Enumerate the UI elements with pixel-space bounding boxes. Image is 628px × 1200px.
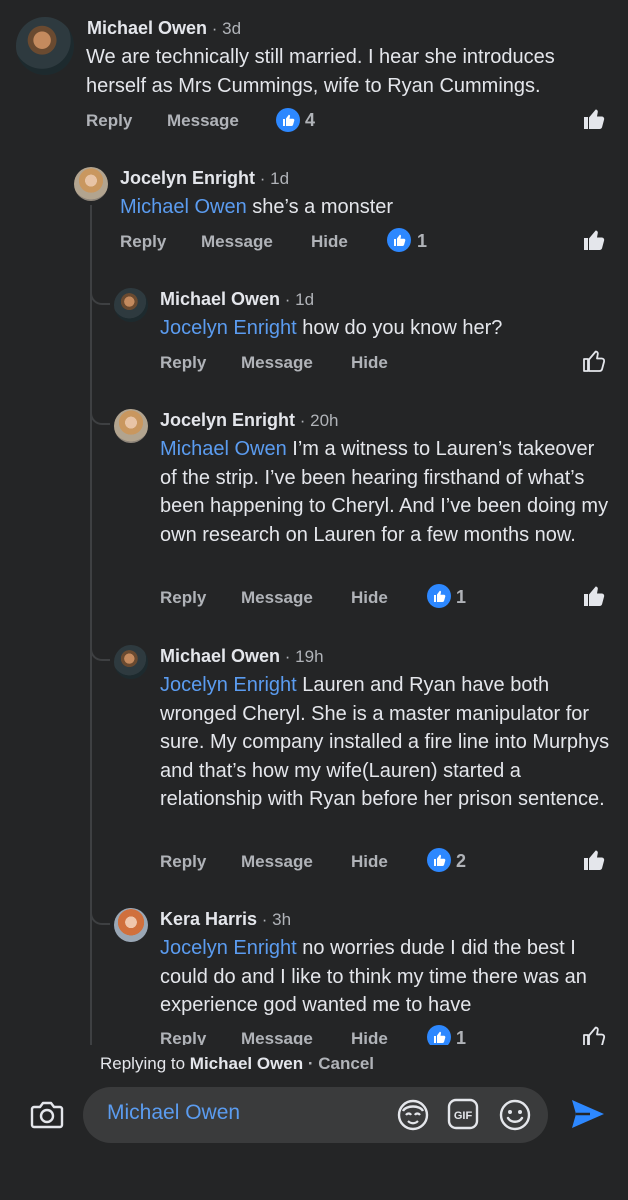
comment-time: · 3h [257, 910, 292, 929]
avatar[interactable] [114, 288, 148, 322]
message-button[interactable]: Message [241, 852, 313, 872]
like-count: 1 [456, 587, 467, 607]
comment-author[interactable]: Kera Harris · 3h [160, 909, 291, 930]
thumbs-up-icon[interactable] [581, 106, 607, 132]
svg-text:GIF: GIF [454, 1110, 473, 1122]
reply-button[interactable]: Reply [120, 232, 166, 252]
reply-button[interactable]: Reply [160, 588, 206, 608]
message-button[interactable]: Message [241, 588, 313, 608]
comment-text: Jocelyn Enright no worries dude I did th… [160, 937, 587, 1017]
hide-button[interactable]: Hide [311, 232, 348, 252]
emoji-icon[interactable] [498, 1098, 532, 1132]
like-count: 4 [305, 110, 316, 130]
comment-text: We are technically still married. I hear… [86, 46, 555, 97]
thumbs-up-outline-icon[interactable] [581, 1024, 607, 1045]
hide-button[interactable]: Hide [351, 353, 388, 373]
mention-link[interactable]: Michael Owen [120, 196, 247, 218]
hide-button[interactable]: Hide [351, 588, 388, 608]
gif-icon[interactable]: GIF [447, 1098, 479, 1130]
comment-author[interactable]: Michael Owen · 3d [87, 18, 241, 39]
comment-author[interactable]: Jocelyn Enright · 20h [160, 410, 339, 431]
mention-link[interactable]: Michael Owen [160, 438, 287, 460]
like-reaction-icon[interactable] [427, 848, 451, 872]
comment-time: · 20h [295, 411, 339, 430]
comment-time: · 19h [280, 647, 324, 666]
comment: Michael Owen · 19h Jocelyn Enright Laure… [0, 628, 628, 890]
like-count: 2 [456, 851, 467, 871]
comment-time: · 1d [255, 169, 290, 188]
message-button[interactable]: Message [167, 111, 239, 131]
avatar[interactable] [114, 645, 148, 679]
like-reaction-icon[interactable] [427, 1025, 451, 1045]
thumbs-up-icon[interactable] [581, 227, 607, 253]
comment-input-value[interactable]: Michael Owen [107, 1101, 240, 1125]
message-button[interactable]: Message [241, 353, 313, 373]
reply-button[interactable]: Reply [160, 353, 206, 373]
camera-icon[interactable] [30, 1100, 64, 1130]
like-reaction-icon[interactable] [276, 108, 300, 132]
comment-author[interactable]: Michael Owen · 19h [160, 646, 324, 667]
comment-text: Michael Owen she’s a monster [120, 196, 394, 218]
avatar[interactable] [16, 17, 74, 75]
avatar-sticker-icon[interactable] [396, 1098, 430, 1132]
avatar[interactable] [74, 167, 108, 201]
replying-to-bar: Replying to Michael Owen · Cancel [100, 1054, 375, 1073]
thumbs-up-icon[interactable] [581, 847, 607, 873]
thumbs-up-outline-icon[interactable] [581, 348, 607, 374]
hide-button[interactable]: Hide [351, 1029, 388, 1045]
thumbs-up-icon[interactable] [581, 583, 607, 609]
comment-text: Jocelyn Enright how do you know her? [160, 317, 503, 339]
like-reaction-icon[interactable] [387, 228, 411, 252]
comment-time: · 3d [207, 19, 242, 38]
replying-to-name: Michael Owen [189, 1054, 304, 1073]
comment: Michael Owen · 3d We are technically sti… [0, 0, 628, 150]
comment-time: · 1d [280, 290, 315, 309]
mention-link[interactable]: Jocelyn Enright [160, 674, 297, 696]
comment: Jocelyn Enright · 1d Michael Owen she’s … [0, 150, 628, 270]
comment-text: Michael Owen I’m a witness to Lauren’s t… [160, 438, 609, 546]
hide-button[interactable]: Hide [351, 852, 388, 872]
comment: Jocelyn Enright · 20h Michael Owen I’m a… [0, 392, 628, 627]
reply-button[interactable]: Reply [160, 1029, 206, 1045]
send-icon[interactable] [569, 1096, 607, 1132]
cancel-reply-button[interactable]: Cancel [318, 1054, 374, 1073]
comment-author[interactable]: Michael Owen · 1d [160, 289, 314, 310]
like-reaction-icon[interactable] [427, 584, 451, 608]
mention-link[interactable]: Jocelyn Enright [160, 317, 297, 339]
comment: Michael Owen · 1d Jocelyn Enright how do… [0, 271, 628, 391]
avatar[interactable] [114, 409, 148, 443]
mention-link[interactable]: Jocelyn Enright [160, 937, 297, 959]
avatar[interactable] [114, 908, 148, 942]
message-button[interactable]: Message [241, 1029, 313, 1045]
comment-author[interactable]: Jocelyn Enright · 1d [120, 168, 289, 189]
comment: Kera Harris · 3h Jocelyn Enright no worr… [0, 891, 628, 1045]
message-button[interactable]: Message [201, 232, 273, 252]
comment-text: Jocelyn Enright Lauren and Ryan have bot… [160, 674, 610, 811]
comment-thread: Michael Owen · 3d We are technically sti… [0, 0, 628, 1045]
reply-button[interactable]: Reply [86, 111, 132, 131]
reply-button[interactable]: Reply [160, 852, 206, 872]
like-count: 1 [417, 231, 428, 251]
like-count: 1 [456, 1028, 467, 1045]
